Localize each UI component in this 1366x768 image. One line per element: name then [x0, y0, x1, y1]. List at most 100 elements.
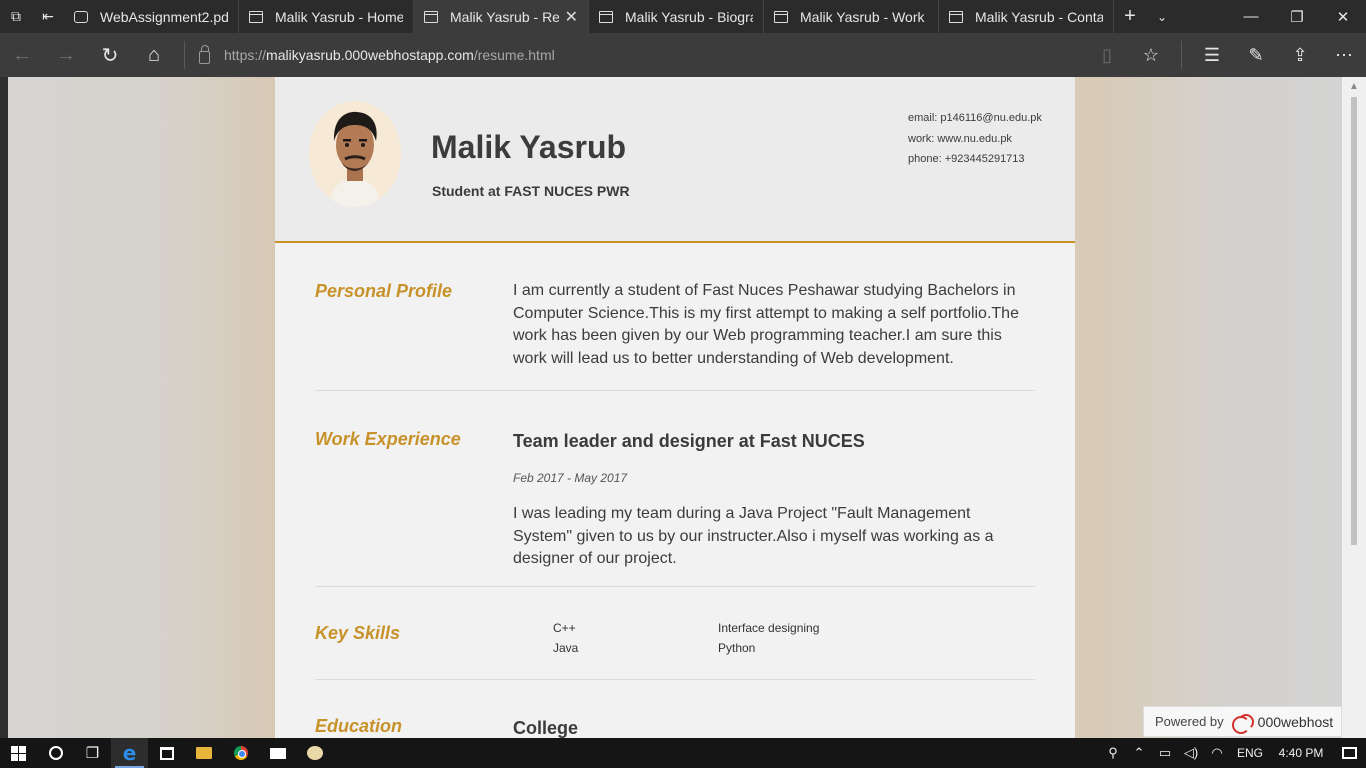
store-icon: [159, 746, 174, 760]
home-icon[interactable]: ⌂: [132, 33, 176, 77]
contact-phone: phone: +923445291713: [908, 153, 1025, 165]
minimize-icon[interactable]: —: [1228, 0, 1274, 33]
avatar: [309, 101, 401, 207]
set-tabs-aside-icon[interactable]: ⇤: [32, 0, 64, 33]
tab-overview-icon[interactable]: ⧉: [0, 0, 32, 33]
edge-icon: e: [122, 741, 137, 765]
section-title: Education: [315, 716, 403, 736]
nav-divider: [1181, 41, 1182, 69]
tab-label: Malik Yasrub - Work: [800, 8, 925, 25]
browser-tab-strip: ⧉ ⇤ WebAssignment2.pdf Malik Yasrub - Ho…: [0, 0, 1366, 33]
job-title: Team leader and designer at Fast NUCES: [513, 431, 865, 451]
skill-item: C++: [553, 621, 576, 635]
section-work-experience: Work Experience Team leader and designer…: [315, 391, 1035, 587]
windows-taskbar: ❐ e ⚲ ⌃ ▭ ◁) ◠ ENG 4:40 PM: [0, 738, 1366, 768]
contact-email: email: p146116@nu.edu.pk: [908, 112, 1042, 124]
tab-biography[interactable]: Malik Yasrub - Biograpl: [589, 0, 764, 33]
tab-label: Malik Yasrub - Home: [275, 8, 403, 25]
close-tab-icon[interactable]: ✕: [565, 7, 578, 27]
taskbar-chrome[interactable]: [222, 738, 259, 768]
task-view-icon: ❐: [85, 745, 100, 762]
chrome-icon: [233, 746, 248, 760]
page-viewport: Malik Yasrub Student at FAST NUCES PWR e…: [0, 77, 1366, 738]
skill-item: Java: [553, 641, 579, 655]
tab-work[interactable]: Malik Yasrub - Work: [764, 0, 939, 33]
resume-subtitle: Student at FAST NUCES PWR: [432, 183, 630, 199]
address-bar[interactable]: https://malikyasrub.000webhostapp.com/re…: [193, 44, 1085, 64]
job-description: I was leading my team during a Java Proj…: [513, 505, 994, 567]
windows-logo-icon: [11, 745, 26, 761]
close-window-icon[interactable]: ✕: [1320, 0, 1366, 33]
nav-divider: [184, 41, 185, 69]
taskbar-store[interactable]: [148, 738, 185, 768]
tab-webassignment-pdf[interactable]: WebAssignment2.pdf: [64, 0, 239, 33]
powered-by-brand: 000webhost: [1257, 713, 1334, 730]
new-tab-icon[interactable]: +: [1114, 0, 1146, 33]
tab-label: WebAssignment2.pdf: [100, 8, 228, 25]
system-tray: ⚲ ⌃ ▭ ◁) ◠ ENG 4:40 PM: [1100, 745, 1366, 761]
cortana-icon: [48, 746, 63, 760]
contact-work: work: www.nu.edu.pk: [908, 132, 1012, 145]
taskbar-mail[interactable]: [259, 738, 296, 768]
page-icon: [599, 10, 613, 23]
resume-card: Malik Yasrub Student at FAST NUCES PWR e…: [275, 77, 1075, 738]
tab-strip-spacer: [1178, 0, 1228, 33]
tab-preview-chevron-icon[interactable]: ⌄: [1146, 0, 1178, 33]
page-icon: [949, 10, 963, 23]
show-hidden-icons-chevron-icon[interactable]: ⌃: [1126, 745, 1152, 761]
work-entry: Team leader and designer at Fast NUCES F…: [513, 430, 1033, 571]
cortana-button[interactable]: [37, 738, 74, 768]
start-button[interactable]: [0, 738, 37, 768]
more-menu-icon[interactable]: ⋯: [1322, 33, 1366, 77]
battery-icon[interactable]: ▭: [1152, 745, 1178, 761]
paint-icon: [306, 746, 323, 760]
mail-icon: [269, 747, 286, 759]
tab-label: Malik Yasrub - Resu: [450, 8, 559, 25]
section-education: Education College: [315, 680, 1035, 738]
volume-icon[interactable]: ◁): [1178, 745, 1204, 761]
lock-icon: [199, 44, 210, 64]
tab-contact[interactable]: Malik Yasrub - Contact: [939, 0, 1114, 33]
browser-nav-bar: ← → ↻ ⌂ https://malikyasrub.000webhostap…: [0, 33, 1366, 77]
vertical-scrollbar[interactable]: ▲: [1342, 77, 1366, 738]
url-scheme: https://: [224, 47, 267, 63]
section-key-skills: Key Skills C++ Java Interface designing …: [315, 587, 1035, 680]
skills-column-2: Interface designing Python: [718, 618, 819, 658]
restore-icon[interactable]: ❐: [1274, 0, 1320, 33]
contact-info: email: p146116@nu.edu.pk work: www.nu.ed…: [908, 108, 1042, 170]
forward-arrow-icon[interactable]: →: [44, 33, 88, 77]
scrollbar-thumb[interactable]: [1351, 97, 1357, 545]
scroll-up-icon[interactable]: ▲: [1349, 81, 1359, 92]
skill-item: Python: [718, 641, 756, 655]
webhost-logo-icon: [1231, 713, 1254, 734]
skill-item: Interface designing: [718, 621, 820, 635]
action-center-icon[interactable]: [1332, 747, 1366, 759]
resume-name: Malik Yasrub: [431, 129, 627, 165]
people-icon[interactable]: ⚲: [1100, 745, 1126, 761]
taskbar-edge[interactable]: e: [111, 738, 148, 768]
tab-label: Malik Yasrub - Contact: [975, 8, 1103, 25]
nav-right-controls: ▯ ☆ ☰ ✎ ⇪ ⋯: [1085, 33, 1366, 77]
web-note-pen-icon[interactable]: ✎: [1234, 33, 1278, 77]
wifi-icon[interactable]: ◠: [1204, 745, 1230, 761]
favorite-star-icon[interactable]: ☆: [1129, 33, 1173, 77]
favorites-hub-icon[interactable]: ☰: [1190, 33, 1234, 77]
clock[interactable]: 4:40 PM: [1270, 746, 1332, 760]
job-dates: Feb 2017 - May 2017: [513, 470, 628, 485]
powered-by-label: Powered by: [1155, 714, 1224, 729]
education-entry: College: [513, 717, 1033, 738]
refresh-icon[interactable]: ↻: [88, 33, 132, 77]
powered-by-badge[interactable]: Powered by 000webhost: [1143, 706, 1342, 737]
language-indicator[interactable]: ENG: [1230, 746, 1270, 760]
url-path: /resume.html: [473, 47, 555, 63]
back-arrow-icon[interactable]: ←: [0, 33, 44, 77]
taskbar-file-explorer[interactable]: [185, 738, 222, 768]
resume-header: Malik Yasrub Student at FAST NUCES PWR e…: [275, 77, 1075, 243]
reading-view-icon[interactable]: ▯: [1085, 33, 1129, 77]
profile-photo: [309, 101, 401, 207]
tab-home[interactable]: Malik Yasrub - Home: [239, 0, 414, 33]
tab-resume[interactable]: Malik Yasrub - Resu ✕: [414, 0, 589, 33]
taskbar-paint[interactable]: [296, 738, 333, 768]
share-icon[interactable]: ⇪: [1278, 33, 1322, 77]
task-view-button[interactable]: ❐: [74, 738, 111, 768]
